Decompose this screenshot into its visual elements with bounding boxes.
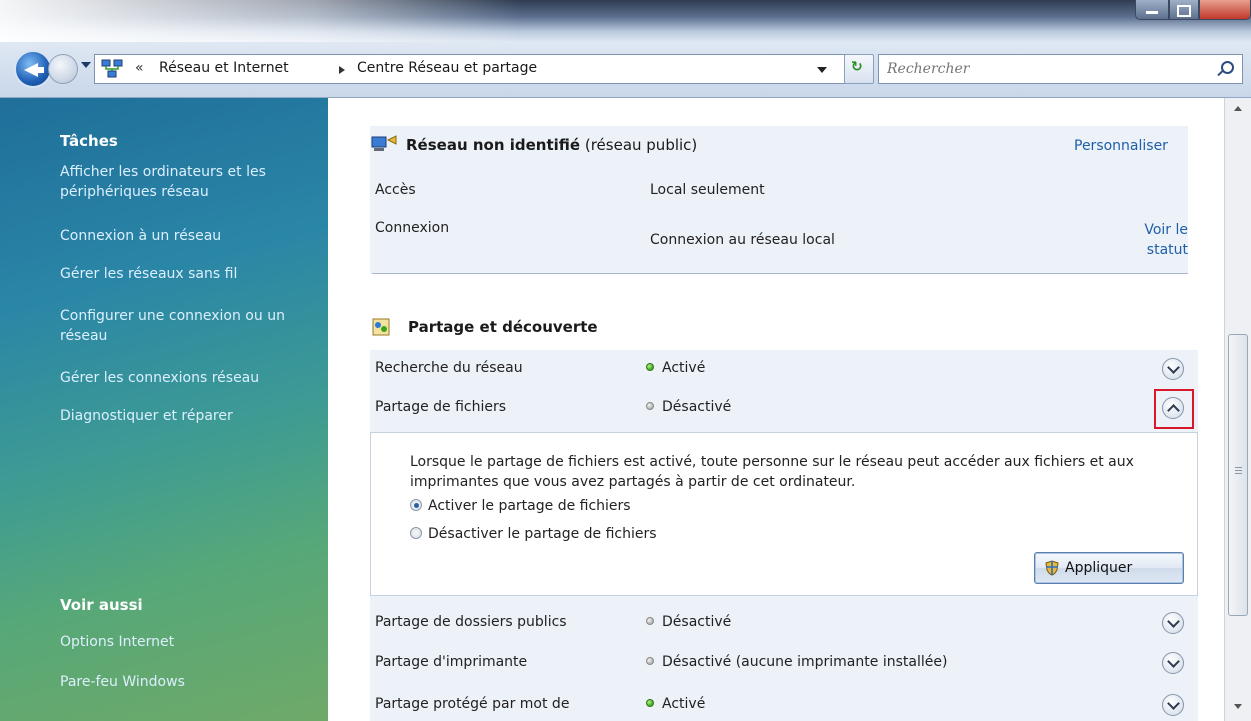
network-icon xyxy=(101,59,123,78)
network-discovery-label: Recherche du réseau xyxy=(375,360,523,376)
section-divider xyxy=(372,273,1188,274)
network-name: Réseau non identifié xyxy=(406,136,581,154)
expand-printer-sharing-button[interactable] xyxy=(1162,652,1184,674)
connection-value: Connexion au réseau local xyxy=(650,232,835,248)
status-off-icon xyxy=(646,402,654,410)
close-button[interactable] xyxy=(1199,0,1251,20)
enable-file-sharing-label[interactable]: Activer le partage de fichiers xyxy=(428,498,631,514)
breadcrumb-network-center[interactable]: Centre Réseau et partage xyxy=(357,60,537,76)
connection-label: Connexion xyxy=(375,220,450,236)
scroll-up-icon[interactable] xyxy=(1234,106,1242,111)
scroll-grip-icon xyxy=(1235,467,1242,476)
sharing-title: Partage et découverte xyxy=(408,318,598,336)
uac-shield-icon xyxy=(1045,560,1059,576)
file-sharing-description: Lorsque le partage de fichiers est activ… xyxy=(410,454,1134,490)
status-off-icon xyxy=(646,617,654,625)
network-bench-icon xyxy=(371,135,397,151)
minimize-button[interactable] xyxy=(1135,0,1169,20)
navigation-bar: « Réseau et Internet Centre Réseau et pa… xyxy=(0,42,1251,98)
highlight-box xyxy=(1154,389,1194,429)
disable-file-sharing-label[interactable]: Désactiver le partage de fichiers xyxy=(428,526,657,542)
status-on-icon xyxy=(646,363,654,371)
task-link-manage-wireless[interactable]: Gérer les réseaux sans fil xyxy=(60,264,310,284)
breadcrumb-network-internet[interactable]: Réseau et Internet xyxy=(159,60,289,76)
breadcrumb-overflow[interactable]: « xyxy=(135,60,144,76)
customize-link[interactable]: Personnaliser xyxy=(1074,138,1168,154)
printer-sharing-status-text: Désactivé (aucune imprimante installée) xyxy=(662,654,948,670)
access-value: Local seulement xyxy=(650,182,765,198)
back-button[interactable] xyxy=(14,50,52,88)
task-link-setup-connection[interactable]: Configurer une connexion ou un réseau xyxy=(60,306,310,346)
status-on-icon xyxy=(646,699,654,707)
file-sharing-label: Partage de fichiers xyxy=(375,399,507,415)
task-link-view-computers[interactable]: Afficher les ordinateurs et les périphér… xyxy=(60,162,310,202)
public-folder-sharing-label: Partage de dossiers publics xyxy=(375,614,567,630)
refresh-icon: ↻ xyxy=(851,59,863,75)
tasks-heading: Tâches xyxy=(60,132,118,150)
address-bar[interactable]: « Réseau et Internet Centre Réseau et pa… xyxy=(94,54,850,84)
file-sharing-status: Désactivé xyxy=(646,399,731,415)
expand-network-discovery-button[interactable] xyxy=(1162,358,1184,380)
main-content: Réseau non identifié (réseau public) Per… xyxy=(328,98,1224,721)
title-bar-glow xyxy=(0,0,520,42)
window-controls xyxy=(1135,0,1251,20)
search-box[interactable] xyxy=(878,54,1243,84)
disable-file-sharing-option[interactable]: Désactiver le partage de fichiers xyxy=(410,526,657,542)
expand-password-sharing-button[interactable] xyxy=(1162,694,1184,716)
search-icon[interactable] xyxy=(1221,61,1234,74)
breadcrumb-separator-icon[interactable] xyxy=(339,66,345,74)
file-sharing-status-text: Désactivé xyxy=(662,399,732,415)
see-also-heading: Voir aussi xyxy=(60,596,143,614)
network-type: (réseau public) xyxy=(584,136,698,154)
status-off-icon xyxy=(646,657,654,665)
radio-disable-file-sharing[interactable] xyxy=(410,527,422,539)
task-link-manage-connections[interactable]: Gérer les connexions réseau xyxy=(60,368,310,388)
recent-pages-dropdown[interactable] xyxy=(81,62,91,68)
printer-sharing-label: Partage d'imprimante xyxy=(375,654,528,670)
view-status-link[interactable]: Voir le statut xyxy=(1128,220,1188,260)
password-sharing-label: Partage protégé par mot de xyxy=(375,696,570,712)
scroll-down-icon[interactable] xyxy=(1234,704,1242,709)
printer-sharing-status: Désactivé (aucune imprimante installée) xyxy=(646,654,947,670)
apply-button[interactable]: Appliquer xyxy=(1034,552,1184,584)
sharing-discovery-icon xyxy=(372,318,390,336)
refresh-button[interactable]: ↻ xyxy=(844,54,874,84)
public-folder-sharing-status-text: Désactivé xyxy=(662,614,732,630)
network-name-line: Réseau non identifié (réseau public) xyxy=(406,136,697,154)
maximize-button[interactable] xyxy=(1169,0,1199,20)
address-dropdown-icon[interactable] xyxy=(817,67,827,73)
task-link-connect-network[interactable]: Connexion à un réseau xyxy=(60,226,310,246)
expand-public-folder-sharing-button[interactable] xyxy=(1162,612,1184,634)
search-input[interactable] xyxy=(887,59,1207,79)
title-bar xyxy=(0,0,1251,42)
task-pane: Tâches Afficher les ordinateurs et les p… xyxy=(0,98,328,721)
password-sharing-status: Activé xyxy=(646,696,705,712)
scrollbar-thumb[interactable] xyxy=(1228,334,1248,616)
see-also-windows-firewall[interactable]: Pare-feu Windows xyxy=(60,672,310,692)
see-also-internet-options[interactable]: Options Internet xyxy=(60,632,310,652)
enable-file-sharing-option[interactable]: Activer le partage de fichiers xyxy=(410,498,631,514)
password-sharing-status-text: Activé xyxy=(662,696,706,712)
access-label: Accès xyxy=(375,182,416,198)
vertical-scrollbar[interactable] xyxy=(1224,98,1251,721)
network-discovery-status-text: Activé xyxy=(662,360,706,376)
public-folder-sharing-status: Désactivé xyxy=(646,614,731,630)
radio-enable-file-sharing[interactable] xyxy=(410,499,422,511)
apply-button-label: Appliquer xyxy=(1065,560,1133,576)
network-discovery-status: Activé xyxy=(646,360,705,376)
task-link-diagnose[interactable]: Diagnostiquer et réparer xyxy=(60,406,310,426)
forward-button[interactable] xyxy=(48,54,78,84)
